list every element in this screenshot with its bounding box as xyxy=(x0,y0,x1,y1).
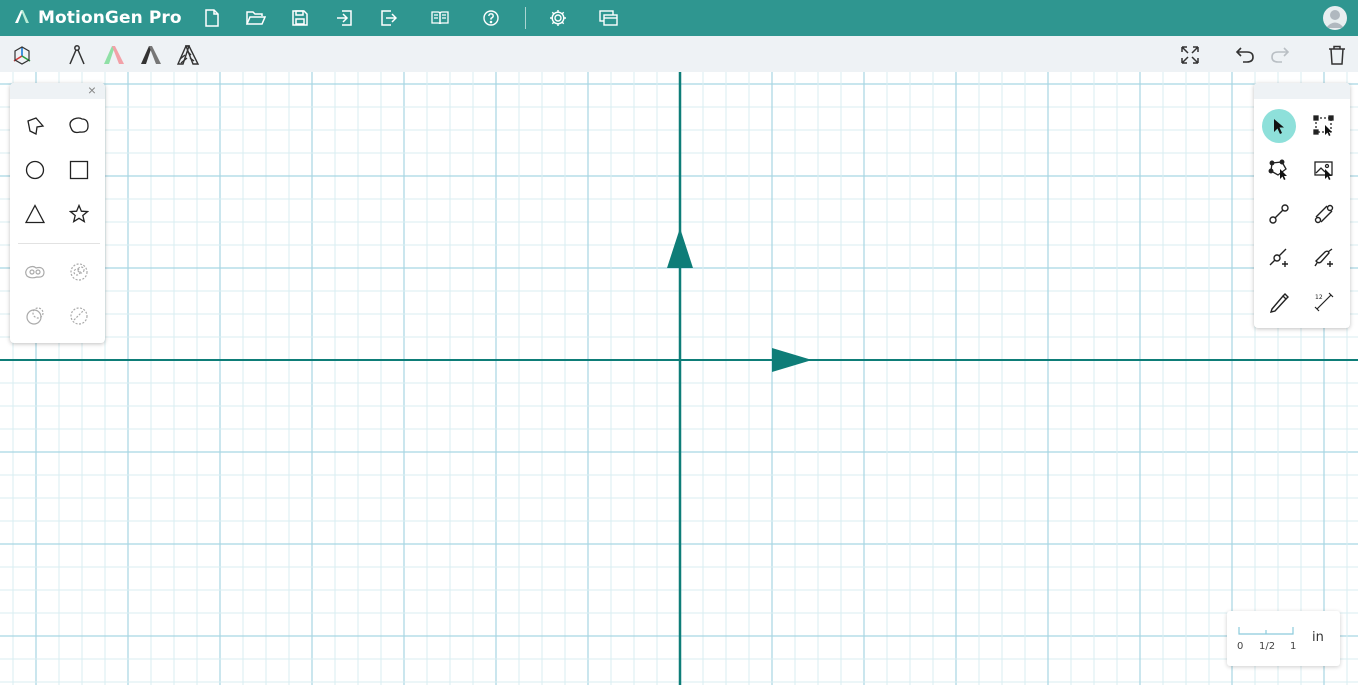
user-avatar[interactable] xyxy=(1323,6,1347,30)
scale-bar xyxy=(1238,627,1294,635)
fit-view-icon[interactable] xyxy=(1178,43,1202,67)
blob-icon[interactable] xyxy=(63,110,95,142)
svg-text:12: 12 xyxy=(1315,294,1323,301)
add-joint-icon[interactable] xyxy=(1262,241,1296,275)
app-title: MotionGen Pro xyxy=(38,8,182,28)
close-icon[interactable]: × xyxy=(88,83,96,98)
link-bar-icon[interactable] xyxy=(1307,197,1341,231)
box-select-icon[interactable] xyxy=(1307,109,1341,143)
drawing-canvas[interactable] xyxy=(0,72,1358,685)
link-joint-icon[interactable] xyxy=(1262,197,1296,231)
settings-icon[interactable] xyxy=(548,8,568,28)
axes-3d-icon[interactable] xyxy=(10,43,34,67)
scale-tick-1: 1 xyxy=(1290,641,1297,652)
triangle-icon[interactable] xyxy=(19,198,51,230)
help-icon[interactable] xyxy=(481,8,501,28)
image-select-icon[interactable] xyxy=(1307,153,1341,187)
tools-panel-header xyxy=(1254,83,1350,99)
book-icon[interactable] xyxy=(430,8,450,28)
grid-layer xyxy=(0,72,1358,685)
trash-icon[interactable] xyxy=(1325,43,1349,67)
app-window: MotionGen Pro × 12 0 1/2 1 in xyxy=(0,0,1358,685)
export-icon[interactable] xyxy=(379,8,399,28)
unit-selector[interactable]: in xyxy=(1312,630,1324,645)
circle-icon[interactable] xyxy=(19,154,51,186)
scale-indicator: 0 1/2 1 in xyxy=(1227,611,1340,666)
redo-icon[interactable] xyxy=(1269,43,1293,67)
logo-icon xyxy=(12,6,32,31)
windows-icon[interactable] xyxy=(599,8,619,28)
toolbar-separator xyxy=(525,7,526,29)
exclude-icon xyxy=(63,300,95,332)
subtract-icon xyxy=(19,300,51,332)
compass-icon[interactable] xyxy=(65,43,89,67)
secondary-toolbar xyxy=(0,36,1358,72)
shapes-panel-header: × xyxy=(10,83,105,99)
measure-icon[interactable]: 12 xyxy=(1307,285,1341,319)
star-icon[interactable] xyxy=(63,198,95,230)
pen-icon[interactable] xyxy=(1262,285,1296,319)
polygon-icon[interactable] xyxy=(19,110,51,142)
linkage-solid-icon[interactable] xyxy=(139,43,163,67)
file-new-icon[interactable] xyxy=(202,8,222,28)
brand[interactable]: MotionGen Pro xyxy=(12,6,182,30)
tools-panel: 12 xyxy=(1254,83,1350,328)
top-bar: MotionGen Pro xyxy=(0,0,1358,36)
node-select-icon[interactable] xyxy=(1262,153,1296,187)
add-link-icon[interactable] xyxy=(1307,241,1341,275)
scale-tick-half: 1/2 xyxy=(1259,641,1276,652)
linkage-hatched-icon[interactable] xyxy=(176,43,200,67)
import-icon[interactable] xyxy=(334,8,354,28)
scale-tick-0: 0 xyxy=(1237,641,1244,652)
x-axis-arrowhead[interactable] xyxy=(772,348,812,372)
y-axis-arrowhead[interactable] xyxy=(667,228,693,268)
intersect-icon xyxy=(63,256,95,288)
shapes-panel: × xyxy=(10,83,105,343)
union-icon xyxy=(19,256,51,288)
square-icon[interactable] xyxy=(63,154,95,186)
linkage-color-icon[interactable] xyxy=(102,43,126,67)
panel-divider xyxy=(18,243,100,244)
select-pointer-icon[interactable] xyxy=(1262,109,1296,143)
undo-icon[interactable] xyxy=(1232,43,1256,67)
save-icon[interactable] xyxy=(290,8,310,28)
folder-open-icon[interactable] xyxy=(246,8,266,28)
